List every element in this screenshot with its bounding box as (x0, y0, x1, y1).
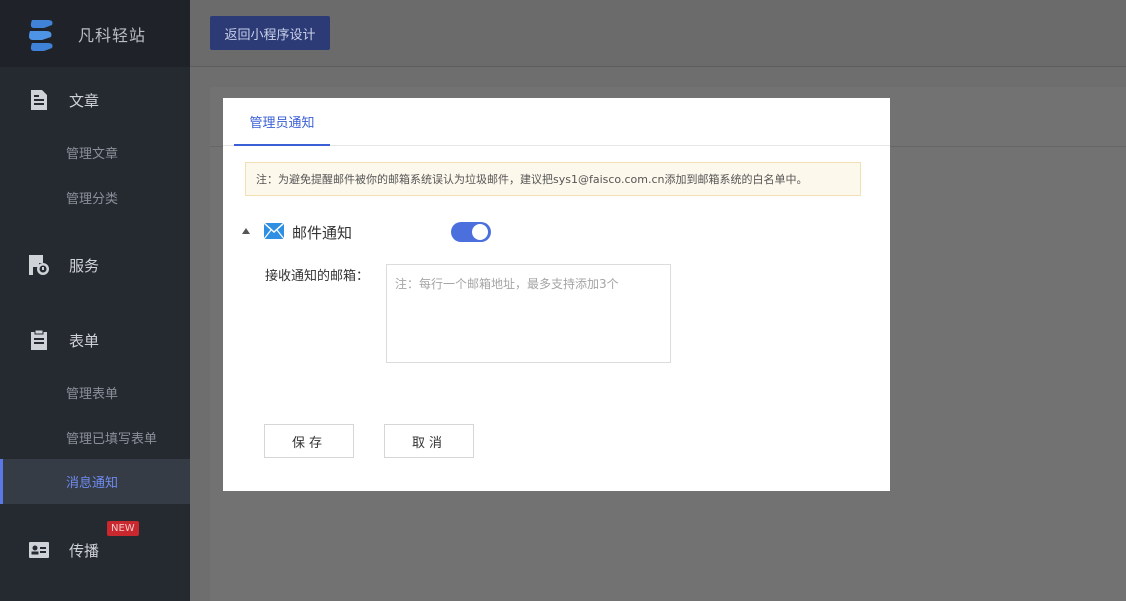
sidebar-group-label: 表单 (69, 331, 100, 350)
brand-name: 凡科轻站 (78, 25, 147, 45)
modal-tabs: 管理员通知 (223, 98, 890, 146)
sidebar-item-label: 管理表单 (66, 387, 119, 402)
id-card-icon (28, 539, 50, 561)
sidebar-item-manage-forms[interactable]: 管理表单 (0, 370, 190, 415)
sidebar-item-label: 管理已填写表单 (66, 432, 158, 447)
sidebar-group-spread[interactable]: 传播 (0, 525, 190, 575)
save-button[interactable]: 保存 (264, 424, 354, 458)
sidebar-group-label: 文章 (69, 91, 100, 110)
receive-email-label: 接收通知的邮箱： (265, 269, 370, 284)
sidebar-item-notifications[interactable]: 消息通知 (0, 459, 190, 504)
new-badge: NEW (107, 521, 139, 536)
sidebar-item-label: 管理分类 (66, 192, 119, 207)
topbar: 返回小程序设计 (190, 0, 1126, 67)
clipboard-icon (28, 329, 50, 351)
sidebar-group-label: 服务 (69, 256, 100, 275)
mail-icon (263, 222, 285, 240)
admin-notification-modal: 管理员通知 注：为避免提醒邮件被你的邮箱系统误认为垃圾邮件，建议把sys1@fa… (223, 98, 890, 491)
sidebar-item-label: 管理文章 (66, 147, 119, 162)
brand[interactable]: 凡科轻站 (0, 0, 190, 67)
document-icon (28, 89, 50, 111)
sidebar-group-label: 传播 (69, 541, 100, 560)
sidebar-group-article[interactable]: 文章 (0, 75, 190, 125)
service-icon (28, 254, 50, 276)
email-notification-title: 邮件通知 (292, 224, 353, 242)
sidebar-item-manage-articles[interactable]: 管理文章 (0, 130, 190, 175)
collapse-caret-icon[interactable] (242, 228, 250, 234)
sidebar-group-form[interactable]: 表单 (0, 315, 190, 365)
tab-admin-notification[interactable]: 管理员通知 (234, 98, 330, 146)
sidebar-item-filled-forms[interactable]: 管理已填写表单 (0, 415, 190, 460)
back-to-design-button[interactable]: 返回小程序设计 (210, 16, 330, 50)
logo-icon (26, 16, 58, 52)
whitelist-notice: 注：为避免提醒邮件被你的邮箱系统误认为垃圾邮件，建议把sys1@faisco.c… (245, 162, 861, 196)
sidebar-item-manage-categories[interactable]: 管理分类 (0, 175, 190, 220)
cancel-button[interactable]: 取消 (384, 424, 474, 458)
receive-email-input[interactable] (386, 264, 671, 363)
toggle-knob (472, 224, 488, 240)
sidebar-item-label: 消息通知 (66, 476, 119, 491)
sidebar-group-service[interactable]: 服务 (0, 240, 190, 290)
sidebar: 凡科轻站 文章 管理文章 管理分类 服务 表单 管理表单 管理已填写表单 消息通… (0, 0, 190, 601)
email-notification-toggle[interactable] (451, 222, 491, 242)
